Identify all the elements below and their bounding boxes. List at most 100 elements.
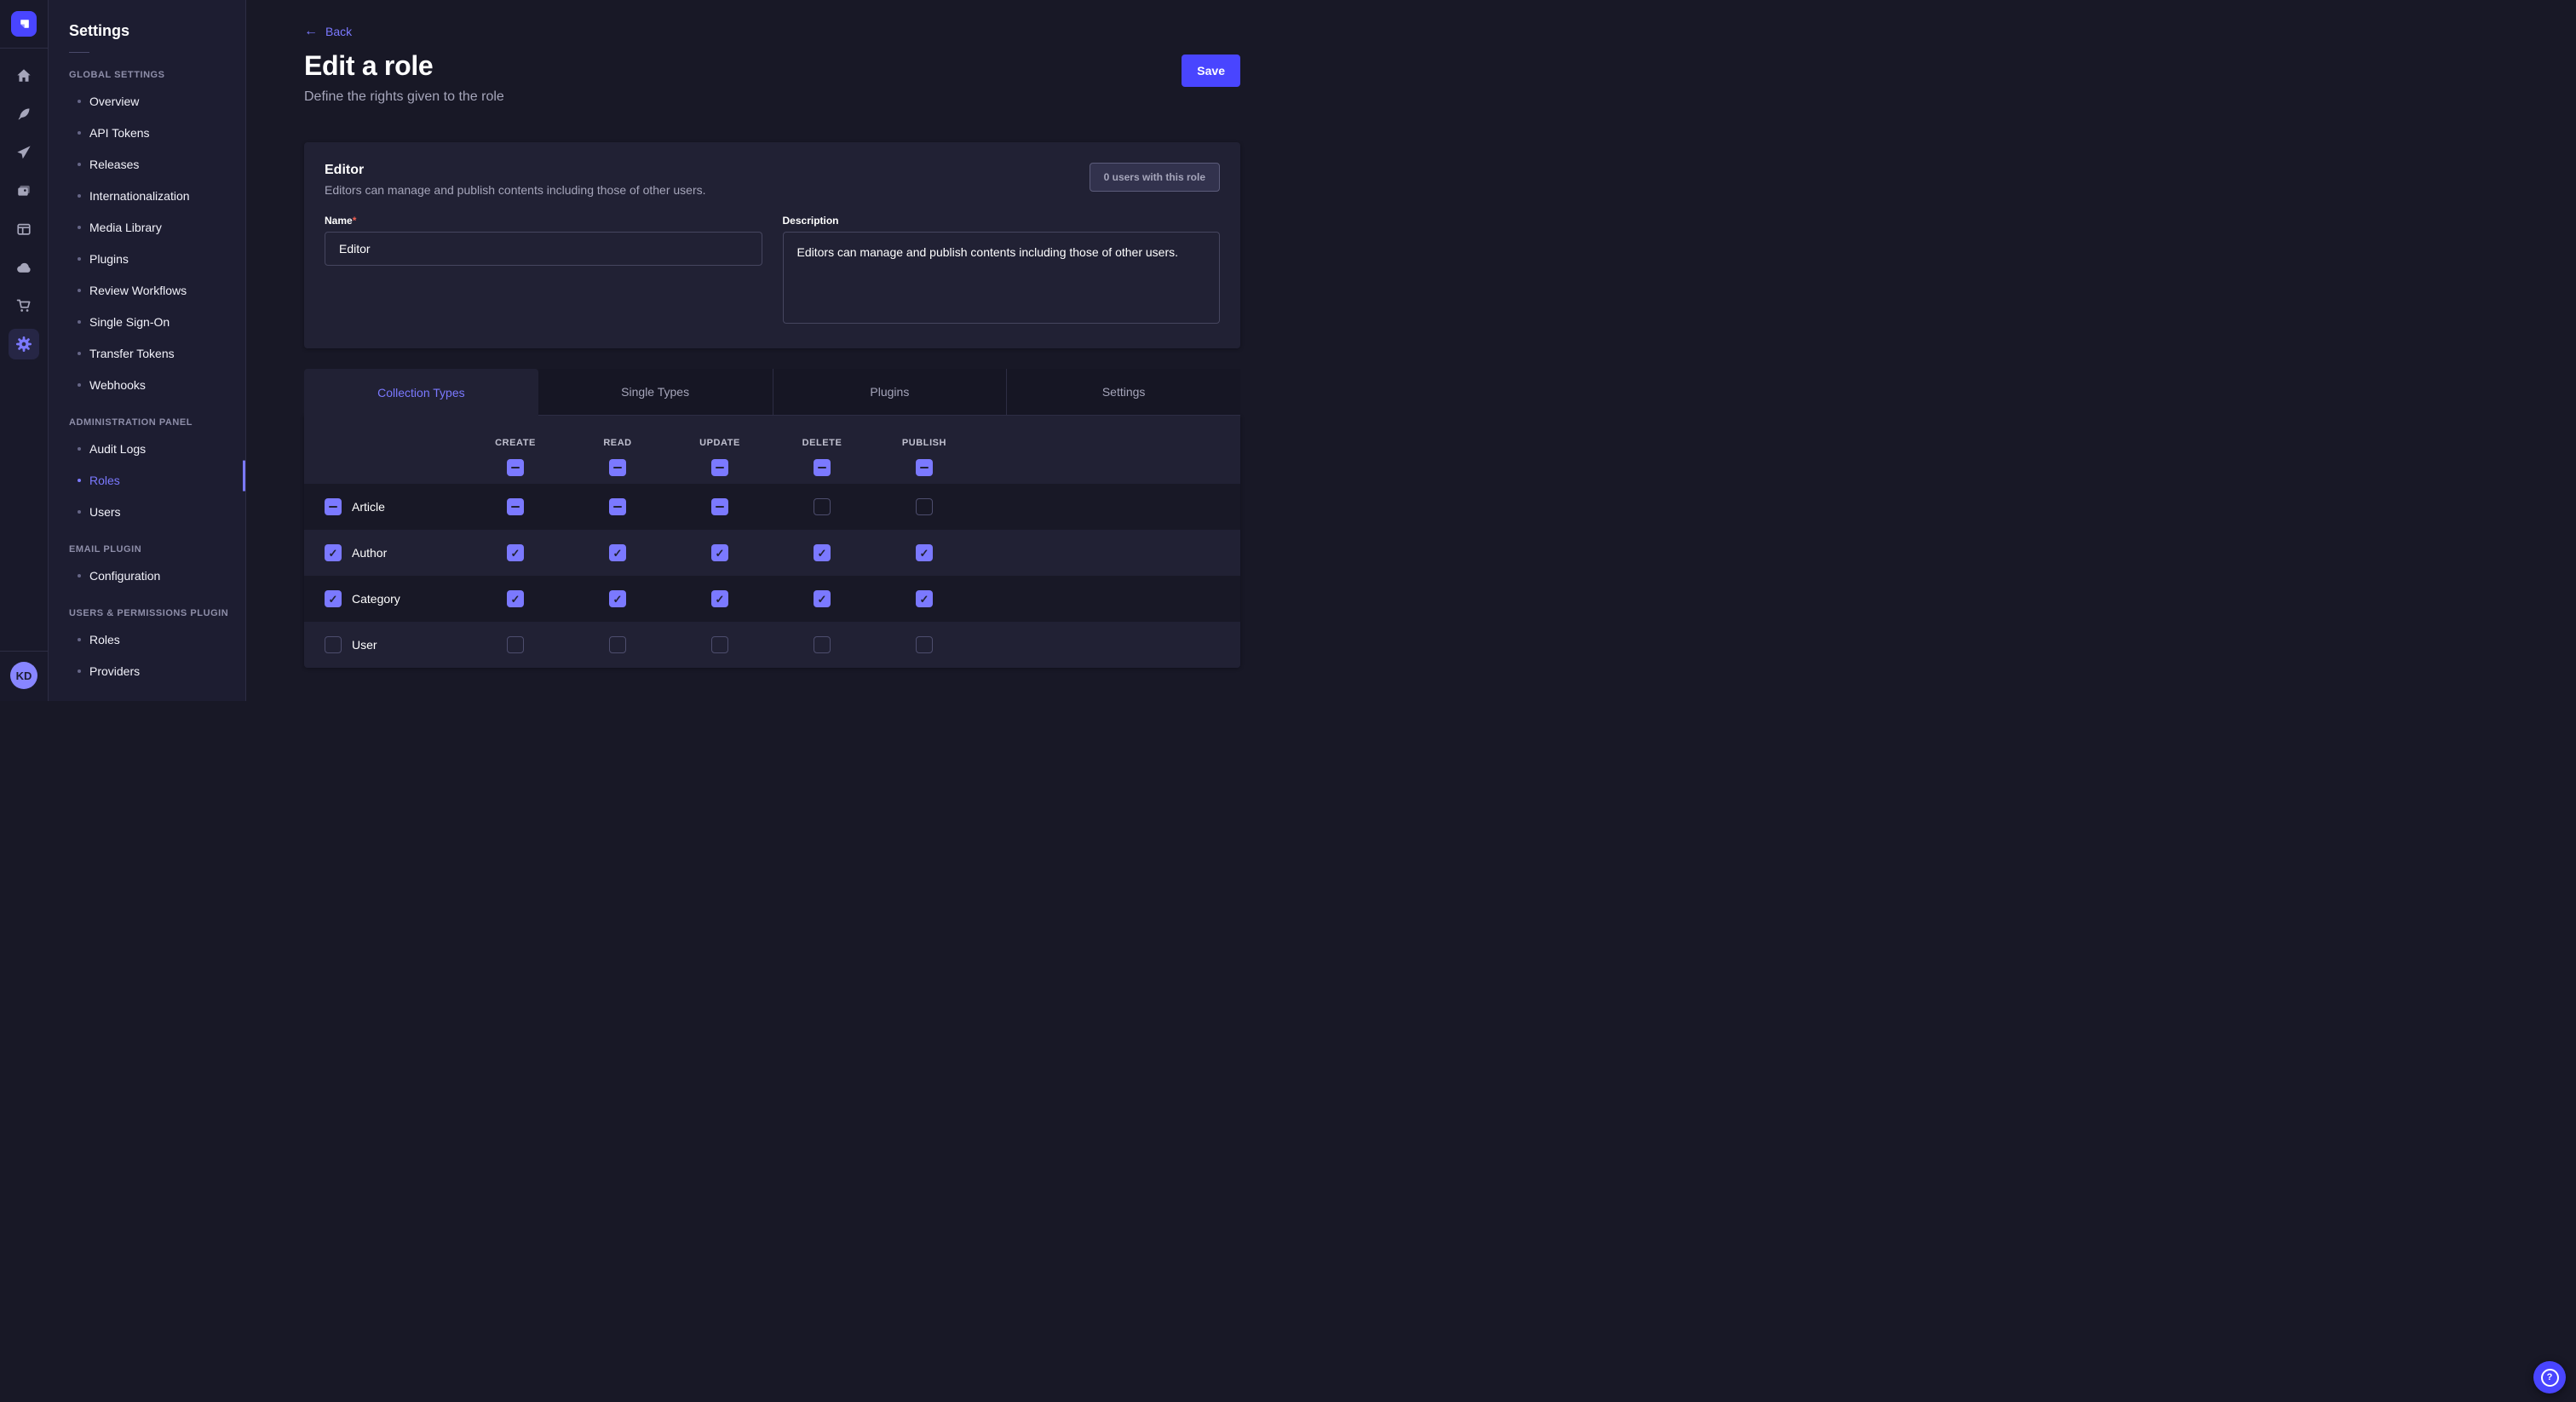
nav-layout-button[interactable] [9,214,39,244]
subnav-item-label: Internationalization [89,189,190,203]
subnav-item-media-library[interactable]: Media Library [49,211,245,243]
required-asterisk: * [353,215,357,227]
description-field-label: Description [783,215,1221,227]
permission-cell [771,636,873,653]
category-update-checkbox[interactable] [711,590,728,607]
permission-cell [873,498,975,515]
subnav-item-webhooks[interactable]: Webhooks [49,369,245,400]
page-header-text: Edit a role Define the rights given to t… [304,50,504,105]
author-publish-checkbox[interactable] [916,544,933,561]
save-button[interactable]: Save [1182,55,1240,87]
article-update-checkbox[interactable] [711,498,728,515]
subnav-title-divider [69,52,89,53]
subnav-item-label: Transfer Tokens [89,347,175,360]
subnav-section: GLOBAL SETTINGSOverviewAPI TokensRelease… [49,70,245,400]
subnav-item-plugins[interactable]: Plugins [49,243,245,274]
strapi-logo[interactable] [11,11,37,37]
subnav-item-roles[interactable]: Roles [49,464,245,496]
subnav-item-audit-logs[interactable]: Audit Logs [49,433,245,464]
nav-home-button[interactable] [9,60,39,91]
user-publish-checkbox[interactable] [916,636,933,653]
author-read-checkbox[interactable] [609,544,626,561]
subnav-section-label: ADMINISTRATION PANEL [69,417,245,428]
row-category-checkbox[interactable] [325,590,342,607]
subnav-title: Settings [69,22,245,40]
select-all-delete-checkbox[interactable] [814,459,831,476]
permission-cell [669,498,771,515]
name-field-group: Name* [325,215,762,328]
nav-feather-button[interactable] [9,99,39,129]
back-link[interactable]: ← Back [304,25,352,38]
settings-gear-icon [15,336,32,353]
subnav-item-roles[interactable]: Roles [49,623,245,655]
select-all-update-checkbox[interactable] [711,459,728,476]
avatar[interactable]: KD [10,662,37,689]
nav-paper-plane-button[interactable] [9,137,39,168]
select-all-read-checkbox[interactable] [609,459,626,476]
permissions-table-header: CREATEREADUPDATEDELETEPUBLISH [304,416,1240,484]
user-delete-checkbox[interactable] [814,636,831,653]
nav-media-library-button[interactable] [9,175,39,206]
subnav-item-label: Plugins [89,252,129,266]
article-read-checkbox[interactable] [609,498,626,515]
help-button[interactable]: ? [2533,1361,2566,1393]
subnav-item-providers[interactable]: Providers [49,655,245,687]
subnav-item-transfer-tokens[interactable]: Transfer Tokens [49,337,245,369]
nav-marketplace-cart-button[interactable] [9,290,39,321]
article-publish-checkbox[interactable] [916,498,933,515]
cloud-icon [16,260,32,275]
subnav-item-overview[interactable]: Overview [49,85,245,117]
article-delete-checkbox[interactable] [814,498,831,515]
category-delete-checkbox[interactable] [814,590,831,607]
row-name-cell: User [325,636,464,653]
subnav-item-internationalization[interactable]: Internationalization [49,180,245,211]
permission-cell [566,590,669,607]
permission-cell [771,590,873,607]
subnav-item-releases[interactable]: Releases [49,148,245,180]
users-with-role-button[interactable]: 0 users with this role [1090,163,1220,192]
permission-cell [566,498,669,515]
nav-cloud-button[interactable] [9,252,39,283]
tab-plugins[interactable]: Plugins [773,369,1007,416]
main-content: ← Back Edit a role Define the rights giv… [246,0,1288,701]
category-publish-checkbox[interactable] [916,590,933,607]
column-label: DELETE [802,438,842,448]
name-input[interactable] [325,232,762,266]
author-update-checkbox[interactable] [711,544,728,561]
author-delete-checkbox[interactable] [814,544,831,561]
bullet-icon [78,638,81,641]
permission-cell [464,636,566,653]
category-read-checkbox[interactable] [609,590,626,607]
row-author-checkbox[interactable] [325,544,342,561]
bullet-icon [78,320,81,324]
select-all-create-checkbox[interactable] [507,459,524,476]
user-create-checkbox[interactable] [507,636,524,653]
category-create-checkbox[interactable] [507,590,524,607]
row-article-checkbox[interactable] [325,498,342,515]
subnav-item-review-workflows[interactable]: Review Workflows [49,274,245,306]
subnav-item-label: Releases [89,158,139,171]
tab-settings[interactable]: Settings [1006,369,1240,416]
author-create-checkbox[interactable] [507,544,524,561]
description-textarea[interactable]: Editors can manage and publish contents … [783,232,1221,324]
bullet-icon [78,479,81,482]
row-label: Article [352,500,385,514]
subnav-item-users[interactable]: Users [49,496,245,527]
subnav-section: EMAIL PLUGINConfiguration [49,544,245,591]
media-library-icon [16,183,32,198]
subnav-item-configuration[interactable]: Configuration [49,560,245,591]
article-create-checkbox[interactable] [507,498,524,515]
subnav-item-label: Roles [89,633,120,646]
row-user-checkbox[interactable] [325,636,342,653]
nav-settings-gear-button[interactable] [9,329,39,359]
subnav-item-single-sign-on[interactable]: Single Sign-On [49,306,245,337]
tab-collection-types[interactable]: Collection Types [304,369,538,416]
select-all-publish-checkbox[interactable] [916,459,933,476]
permission-cell [566,636,669,653]
user-read-checkbox[interactable] [609,636,626,653]
role-name-heading: Editor [325,163,706,178]
subnav-item-label: Roles [89,474,120,487]
subnav-item-api-tokens[interactable]: API Tokens [49,117,245,148]
tab-single-types[interactable]: Single Types [538,369,773,416]
user-update-checkbox[interactable] [711,636,728,653]
